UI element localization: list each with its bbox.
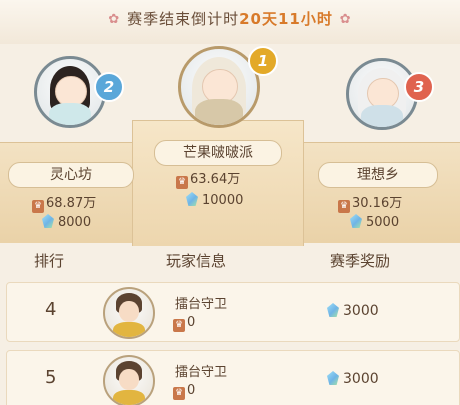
trophy-icon: ♛ <box>173 319 185 332</box>
score-rank-1: ♛ 63.64万 <box>176 172 241 189</box>
countdown-banner: ✿ 赛季结束倒计时20天11小时 ✿ <box>0 0 460 44</box>
reward-column-header: 赛季奖励 <box>330 252 391 270</box>
trophy-icon: ♛ <box>32 200 44 213</box>
gems-rank-2: 8000 <box>42 214 91 230</box>
trophy-icon: ♛ <box>173 387 185 400</box>
flower-icon: ✿ <box>108 11 121 27</box>
player-name: 擂台守卫 <box>175 365 228 380</box>
row-reward: 3000 <box>327 303 379 319</box>
gems-rank-1: 10000 <box>186 192 243 208</box>
gem-icon <box>327 303 339 317</box>
trophy-icon: ♛ <box>176 176 188 189</box>
countdown-time: 20天11小时 <box>239 10 333 28</box>
table-row[interactable]: 5 擂台守卫 ♛ 0 3000 <box>6 350 460 405</box>
player-score: ♛ 0 <box>173 315 196 332</box>
gem-icon <box>42 214 54 228</box>
countdown-label: 赛季结束倒计时 <box>127 10 240 28</box>
gems-rank-3: 5000 <box>350 214 399 230</box>
name-plate-rank-2: 灵心坊 <box>8 162 134 188</box>
row-rank: 5 <box>45 367 57 388</box>
player-column-header: 玩家信息 <box>166 252 227 270</box>
flower-icon: ✿ <box>339 11 352 27</box>
row-rank: 4 <box>45 299 57 320</box>
trophy-icon: ♛ <box>338 200 350 213</box>
gem-icon <box>350 214 362 228</box>
leaderboard-panel: ✿ 赛季结束倒计时20天11小时 ✿ 2 灵心坊 ♛ 68.87万 8000 1 … <box>0 0 460 405</box>
table-header: 排行 玩家信息 赛季奖励 <box>0 246 460 276</box>
gem-icon <box>186 192 198 206</box>
score-rank-2: ♛ 68.87万 <box>32 196 97 213</box>
player-avatar[interactable] <box>103 355 155 405</box>
player-avatar[interactable] <box>103 287 155 339</box>
player-name: 擂台守卫 <box>175 297 228 312</box>
rank-column-header: 排行 <box>34 252 65 270</box>
rank-2-badge: 2 <box>94 72 124 102</box>
name-plate-rank-1: 芒果啵啵派 <box>154 140 282 166</box>
name-plate-rank-3: 理想乡 <box>318 162 438 188</box>
rank-3-badge: 3 <box>404 72 434 102</box>
table-row[interactable]: 4 擂台守卫 ♛ 0 3000 <box>6 282 460 342</box>
rank-1-badge: 1 <box>248 46 278 76</box>
season-countdown: ✿ 赛季结束倒计时20天11小时 ✿ <box>0 8 460 29</box>
score-rank-3: ♛ 30.16万 <box>338 196 403 213</box>
row-reward: 3000 <box>327 371 379 387</box>
gem-icon <box>327 371 339 385</box>
player-score: ♛ 0 <box>173 383 196 400</box>
